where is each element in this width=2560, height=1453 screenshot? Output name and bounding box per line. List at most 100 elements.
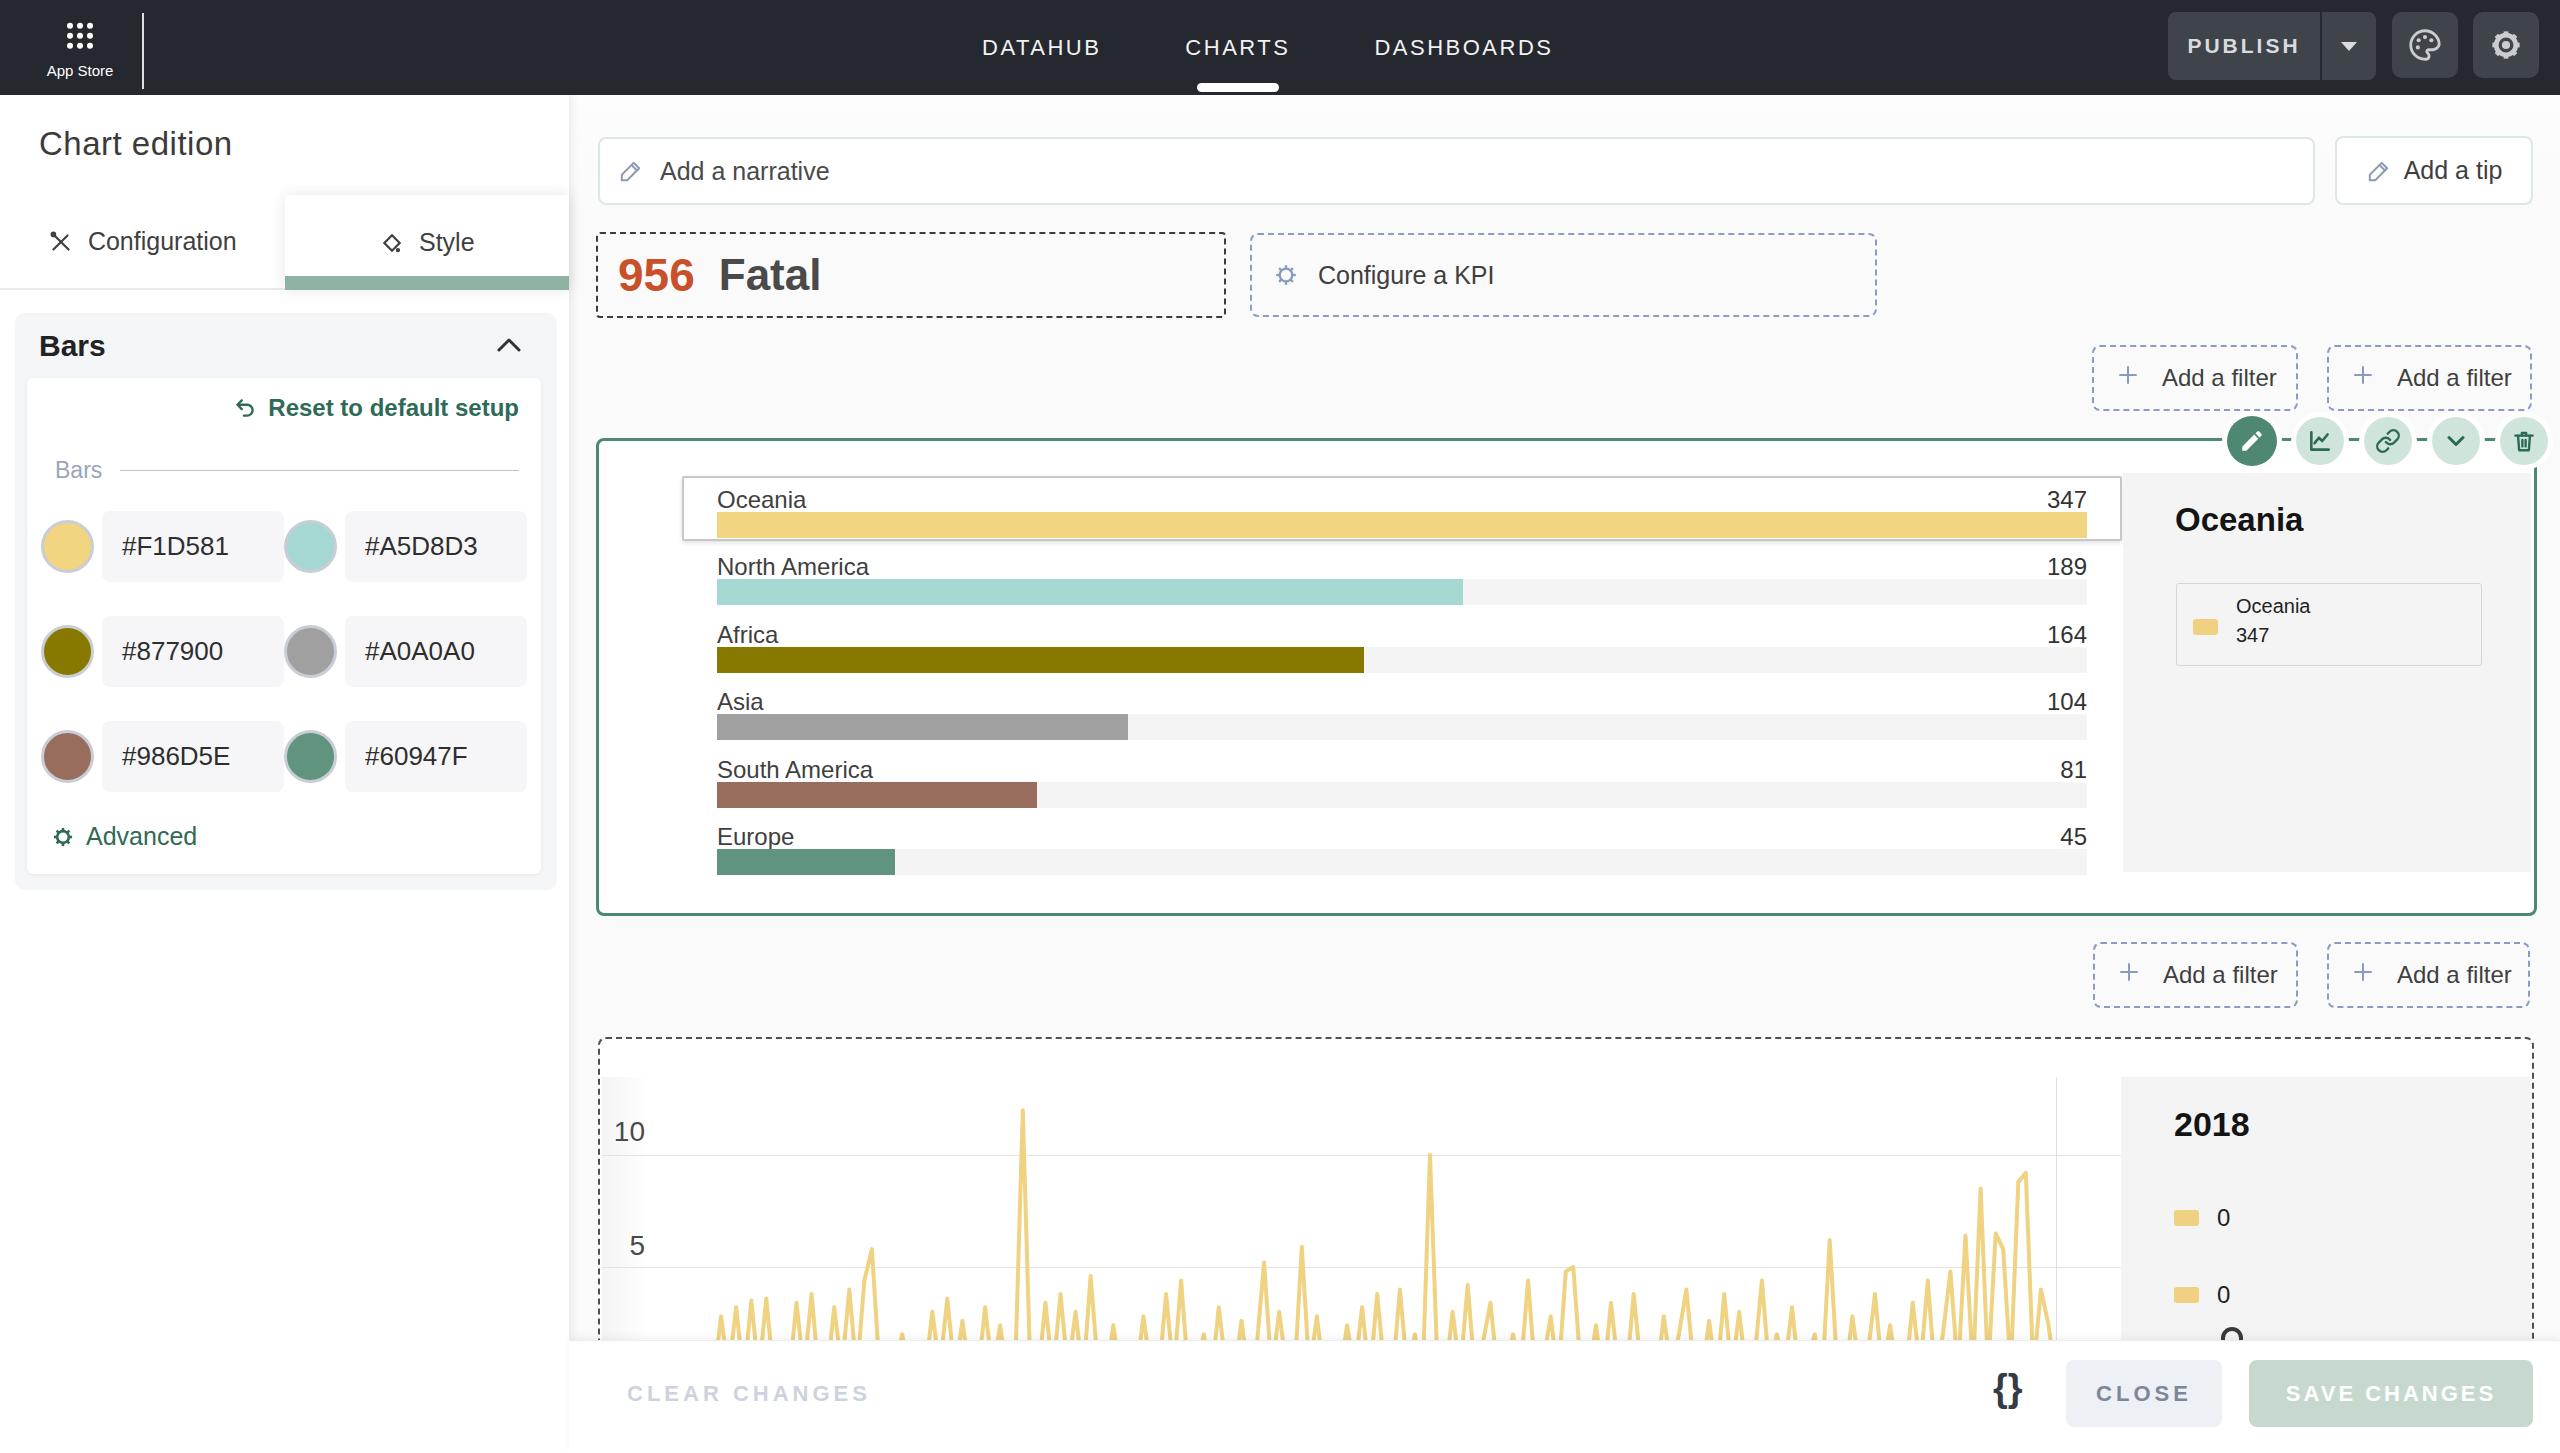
plus-icon	[2117, 960, 2141, 990]
bars-settings-card: Reset to default setup Bars #F1D581 #A5D8…	[27, 378, 541, 874]
bars-group: Bars	[55, 457, 519, 484]
legend-item[interactable]: 0	[2174, 1281, 2230, 1309]
settings-button[interactable]	[2473, 12, 2539, 78]
link-icon	[2375, 428, 2401, 454]
tab-configuration[interactable]: Configuration	[0, 195, 285, 290]
bar-fill	[717, 849, 895, 875]
add-filter-button[interactable]: Add a filter	[2327, 345, 2532, 411]
bar-chart-card[interactable]: Oceania347 North America189 Africa 164 Asia 1…	[596, 438, 2537, 916]
color-circle[interactable]	[41, 520, 94, 573]
bar-row[interactable]: Oceania347	[717, 486, 2087, 538]
collapse-section-button[interactable]	[495, 335, 523, 359]
pencil-icon	[618, 158, 644, 184]
color-swatch-grid: #F1D581 #A5D8D3 #877900 #A0A0A0 #986D5E #6094…	[27, 511, 541, 792]
color-circle[interactable]	[284, 625, 337, 678]
bar-row[interactable]: Europe45	[717, 823, 2087, 875]
bar-fill	[717, 714, 1128, 740]
undo-icon	[232, 395, 258, 421]
color-hex-field[interactable]: #60947F	[345, 721, 527, 792]
collapse-chart-button[interactable]	[2432, 417, 2480, 465]
bar-label: South America	[717, 756, 873, 784]
color-hex-field[interactable]: #986D5E	[102, 721, 284, 792]
main-nav: DATAHUB CHARTS DASHBOARDS	[940, 0, 1595, 95]
color-swatch-row[interactable]: #A5D8D3	[284, 511, 527, 582]
reset-to-default-button[interactable]: Reset to default setup	[232, 394, 519, 422]
trash-icon	[2511, 428, 2537, 454]
add-filter-button[interactable]: Add a filter	[2327, 942, 2530, 1008]
legend-item[interactable]: Oceania 347	[2176, 583, 2482, 666]
bar-label: Asia	[717, 688, 764, 716]
color-hex-field[interactable]: #F1D581	[102, 511, 284, 582]
chart-legend: Oceania Oceania 347	[2123, 473, 2531, 872]
clear-changes-button[interactable]: CLEAR CHANGES	[627, 1381, 871, 1407]
pencil-icon	[2239, 428, 2265, 454]
add-tip-button[interactable]: Add a tip	[2335, 136, 2533, 205]
plus-icon	[2116, 363, 2140, 393]
bar-label: Oceania	[717, 486, 806, 514]
add-filter-button[interactable]: Add a filter	[2093, 942, 2298, 1008]
bars-section-title: Bars	[39, 329, 106, 363]
nav-charts[interactable]: CHARTS	[1143, 0, 1332, 95]
narrative-input[interactable]: Add a narrative	[598, 137, 2315, 205]
bar-row[interactable]: Africa 164	[717, 621, 2087, 673]
pencil-icon	[2366, 158, 2392, 184]
bar-label: Europe	[717, 823, 794, 851]
theme-button[interactable]	[2392, 12, 2458, 78]
color-circle[interactable]	[284, 520, 337, 573]
legend-item[interactable]: 0	[2174, 1204, 2230, 1232]
tools-icon	[48, 229, 74, 255]
tab-style[interactable]: Style	[285, 195, 570, 290]
active-tab-underline	[285, 276, 570, 290]
color-circle[interactable]	[41, 730, 94, 783]
bar-value: 104	[2047, 688, 2087, 716]
color-swatch-row[interactable]: #877900	[41, 616, 284, 687]
footer-bar: CLEAR CHANGES {} CLOSE SAVE CHANGES	[569, 1340, 2560, 1453]
bar-value: 164	[2047, 621, 2087, 649]
chart-type-button[interactable]	[2296, 417, 2344, 465]
legend-title: 2018	[2174, 1105, 2250, 1144]
color-swatch-row[interactable]: #F1D581	[41, 511, 284, 582]
plus-icon	[2351, 363, 2375, 393]
caret-down-icon	[2338, 39, 2360, 53]
color-swatch-row[interactable]: #60947F	[284, 721, 527, 792]
color-circle[interactable]	[41, 625, 94, 678]
link-button[interactable]	[2364, 417, 2412, 465]
close-button[interactable]: CLOSE	[2066, 1360, 2222, 1427]
bar-row[interactable]: North America189	[717, 553, 2087, 605]
line-chart-icon	[2307, 428, 2333, 454]
delete-chart-button[interactable]	[2500, 417, 2548, 465]
advanced-button[interactable]: Advanced	[50, 822, 197, 851]
color-circle[interactable]	[284, 730, 337, 783]
active-tab-indicator	[1197, 83, 1279, 92]
chevron-down-icon	[2442, 427, 2470, 455]
bar-track	[717, 579, 2087, 605]
code-view-button[interactable]: {}	[1993, 1367, 2023, 1410]
kpi-tile[interactable]: 956 Fatal	[596, 232, 1226, 318]
edit-chart-button[interactable]	[2227, 416, 2277, 466]
bar-track	[717, 849, 2087, 875]
plus-icon	[2351, 960, 2375, 990]
color-swatch-row[interactable]: #A0A0A0	[284, 616, 527, 687]
save-changes-button[interactable]: SAVE CHANGES	[2249, 1360, 2533, 1427]
grid-icon	[65, 20, 95, 54]
configure-kpi-button[interactable]: Configure a KPI	[1250, 233, 1877, 317]
publish-dropdown-button[interactable]	[2320, 12, 2376, 80]
color-hex-field[interactable]: #A0A0A0	[345, 616, 527, 687]
bar-track	[717, 782, 2087, 808]
legend-swatch	[2174, 1287, 2199, 1303]
divider	[120, 470, 519, 471]
publish-button[interactable]: PUBLISH	[2168, 12, 2320, 80]
bar-fill	[717, 647, 1364, 673]
bar-row[interactable]: Asia 104	[717, 688, 2087, 740]
color-swatch-row[interactable]: #986D5E	[41, 721, 284, 792]
bar-row[interactable]: South America81	[717, 756, 2087, 808]
add-filter-button[interactable]: Add a filter	[2092, 345, 2298, 411]
nav-dashboards[interactable]: DASHBOARDS	[1332, 0, 1595, 95]
nav-datahub[interactable]: DATAHUB	[940, 0, 1143, 95]
palette-icon	[2406, 26, 2444, 64]
app-store-button[interactable]: App Store	[40, 14, 120, 84]
bar-value: 189	[2047, 553, 2087, 581]
color-hex-field[interactable]: #A5D8D3	[345, 511, 527, 582]
bar-label: Africa	[717, 621, 778, 649]
color-hex-field[interactable]: #877900	[102, 616, 284, 687]
